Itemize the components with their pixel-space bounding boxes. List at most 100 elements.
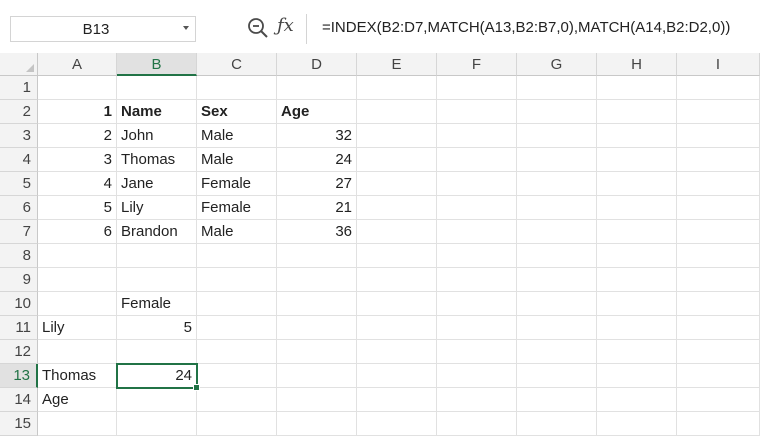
- cell-a6[interactable]: 5: [38, 196, 117, 220]
- cell-h5[interactable]: [597, 172, 677, 196]
- cell-i5[interactable]: [677, 172, 760, 196]
- cell-e14[interactable]: [357, 388, 437, 412]
- cell-b8[interactable]: [117, 244, 197, 268]
- cell-g2[interactable]: [517, 100, 597, 124]
- cell-h8[interactable]: [597, 244, 677, 268]
- cell-b13[interactable]: 24: [117, 364, 197, 388]
- cell-a3[interactable]: 2: [38, 124, 117, 148]
- cell-f9[interactable]: [437, 268, 517, 292]
- cell-f8[interactable]: [437, 244, 517, 268]
- cell-i13[interactable]: [677, 364, 760, 388]
- cell-h10[interactable]: [597, 292, 677, 316]
- cell-d4[interactable]: 24: [277, 148, 357, 172]
- cell-g13[interactable]: [517, 364, 597, 388]
- cell-h12[interactable]: [597, 340, 677, 364]
- row-header-4[interactable]: 4: [0, 148, 38, 172]
- cell-h7[interactable]: [597, 220, 677, 244]
- column-header-b[interactable]: B: [117, 53, 197, 76]
- cell-b14[interactable]: [117, 388, 197, 412]
- cell-g6[interactable]: [517, 196, 597, 220]
- cell-i3[interactable]: [677, 124, 760, 148]
- cell-d7[interactable]: 36: [277, 220, 357, 244]
- cell-b15[interactable]: [117, 412, 197, 436]
- cell-a11[interactable]: Lily: [38, 316, 117, 340]
- cell-e10[interactable]: [357, 292, 437, 316]
- cell-c9[interactable]: [197, 268, 277, 292]
- cell-a14[interactable]: Age: [38, 388, 117, 412]
- cell-a2[interactable]: 1: [38, 100, 117, 124]
- row-header-3[interactable]: 3: [0, 124, 38, 148]
- cell-i14[interactable]: [677, 388, 760, 412]
- cell-e15[interactable]: [357, 412, 437, 436]
- cell-c3[interactable]: Male: [197, 124, 277, 148]
- cell-c15[interactable]: [197, 412, 277, 436]
- cell-h1[interactable]: [597, 76, 677, 100]
- cell-b5[interactable]: Jane: [117, 172, 197, 196]
- cell-d13[interactable]: [277, 364, 357, 388]
- cell-f4[interactable]: [437, 148, 517, 172]
- cell-a15[interactable]: [38, 412, 117, 436]
- cell-c6[interactable]: Female: [197, 196, 277, 220]
- cell-c14[interactable]: [197, 388, 277, 412]
- cell-b10[interactable]: Female: [117, 292, 197, 316]
- row-header-11[interactable]: 11: [0, 316, 38, 340]
- cell-f5[interactable]: [437, 172, 517, 196]
- cell-d15[interactable]: [277, 412, 357, 436]
- cell-h6[interactable]: [597, 196, 677, 220]
- cell-b6[interactable]: Lily: [117, 196, 197, 220]
- cell-b2[interactable]: Name: [117, 100, 197, 124]
- cell-i10[interactable]: [677, 292, 760, 316]
- cell-d3[interactable]: 32: [277, 124, 357, 148]
- cell-c5[interactable]: Female: [197, 172, 277, 196]
- cell-i2[interactable]: [677, 100, 760, 124]
- cell-g10[interactable]: [517, 292, 597, 316]
- cell-i6[interactable]: [677, 196, 760, 220]
- cell-h13[interactable]: [597, 364, 677, 388]
- cell-d11[interactable]: [277, 316, 357, 340]
- cell-b1[interactable]: [117, 76, 197, 100]
- cell-d10[interactable]: [277, 292, 357, 316]
- cell-a1[interactable]: [38, 76, 117, 100]
- row-header-1[interactable]: 1: [0, 76, 38, 100]
- cell-a8[interactable]: [38, 244, 117, 268]
- cell-f7[interactable]: [437, 220, 517, 244]
- cell-c7[interactable]: Male: [197, 220, 277, 244]
- cell-g3[interactable]: [517, 124, 597, 148]
- cell-g5[interactable]: [517, 172, 597, 196]
- cell-c13[interactable]: [197, 364, 277, 388]
- cell-c1[interactable]: [197, 76, 277, 100]
- cell-f15[interactable]: [437, 412, 517, 436]
- cell-g12[interactable]: [517, 340, 597, 364]
- cell-f2[interactable]: [437, 100, 517, 124]
- cell-c4[interactable]: Male: [197, 148, 277, 172]
- cell-e1[interactable]: [357, 76, 437, 100]
- cell-e12[interactable]: [357, 340, 437, 364]
- cell-h2[interactable]: [597, 100, 677, 124]
- cell-i8[interactable]: [677, 244, 760, 268]
- cell-d12[interactable]: [277, 340, 357, 364]
- cell-h3[interactable]: [597, 124, 677, 148]
- row-header-7[interactable]: 7: [0, 220, 38, 244]
- cell-g4[interactable]: [517, 148, 597, 172]
- cell-a12[interactable]: [38, 340, 117, 364]
- row-header-14[interactable]: 14: [0, 388, 38, 412]
- cell-h9[interactable]: [597, 268, 677, 292]
- cell-i1[interactable]: [677, 76, 760, 100]
- column-header-h[interactable]: H: [597, 53, 677, 76]
- cell-f3[interactable]: [437, 124, 517, 148]
- cell-f14[interactable]: [437, 388, 517, 412]
- cell-c2[interactable]: Sex: [197, 100, 277, 124]
- row-header-12[interactable]: 12: [0, 340, 38, 364]
- cell-g14[interactable]: [517, 388, 597, 412]
- cell-d6[interactable]: 21: [277, 196, 357, 220]
- cell-g11[interactable]: [517, 316, 597, 340]
- cell-g9[interactable]: [517, 268, 597, 292]
- cell-c10[interactable]: [197, 292, 277, 316]
- cell-a4[interactable]: 3: [38, 148, 117, 172]
- cell-b7[interactable]: Brandon: [117, 220, 197, 244]
- cell-h14[interactable]: [597, 388, 677, 412]
- cell-g7[interactable]: [517, 220, 597, 244]
- cell-d5[interactable]: 27: [277, 172, 357, 196]
- row-header-8[interactable]: 8: [0, 244, 38, 268]
- row-header-9[interactable]: 9: [0, 268, 38, 292]
